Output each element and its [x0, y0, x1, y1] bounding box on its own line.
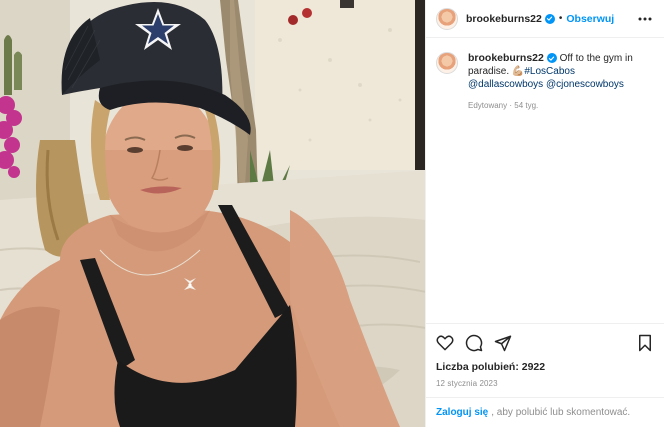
caption-avatar[interactable] [436, 52, 458, 74]
share-icon[interactable] [492, 332, 514, 354]
heart-icon[interactable] [434, 332, 456, 354]
follow-button[interactable]: Obserwuj [566, 13, 614, 25]
header-separator: • [558, 13, 563, 24]
login-link[interactable]: Zaloguj się [436, 407, 488, 418]
login-prompt-text: , aby polubić lub skomentować. [491, 407, 631, 418]
post-image [0, 0, 425, 427]
edited-timestamp: Edytowany · 54 tyg. [468, 101, 539, 110]
ellipsis-icon[interactable] [636, 10, 654, 28]
post-header: brookeburns22 • Obserwuj [426, 0, 664, 38]
post-photo[interactable] [0, 0, 426, 427]
post-side-panel: brookeburns22 • Obserwuj brookeburns22 O… [426, 0, 664, 427]
mention-dallascowboys[interactable]: @dallascowboys [468, 79, 543, 90]
verified-badge-icon [544, 13, 555, 24]
caption: brookeburns22 Off to the gym in paradise… [468, 52, 654, 112]
caption-username[interactable]: brookeburns22 [468, 52, 544, 64]
verified-badge-icon [546, 53, 557, 64]
avatar[interactable] [436, 7, 458, 30]
header-username[interactable]: brookeburns22 [466, 13, 542, 25]
post-date[interactable]: 12 stycznia 2023 [426, 379, 664, 397]
login-prompt: Zaloguj się , aby polubić lub skomentowa… [426, 397, 664, 427]
comment-icon[interactable] [463, 332, 485, 354]
caption-area: brookeburns22 Off to the gym in paradise… [426, 38, 664, 323]
bookmark-icon[interactable] [634, 332, 656, 354]
action-bar [426, 323, 664, 361]
likes-count[interactable]: Liczba polubień: 2922 [426, 361, 664, 377]
instagram-post: brookeburns22 • Obserwuj brookeburns22 O… [0, 0, 664, 427]
hashtag-loscabos[interactable]: #LosCabos [524, 66, 575, 77]
mention-cjonescowboys[interactable]: @cjonescowboys [546, 79, 624, 90]
flexed-biceps-emoji: 💪🏼 [511, 66, 525, 77]
